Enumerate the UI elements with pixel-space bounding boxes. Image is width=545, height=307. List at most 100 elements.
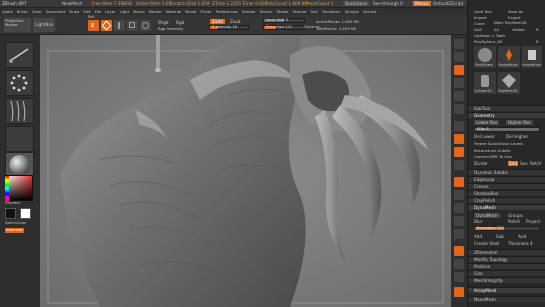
shadowbox-section[interactable]: ShadowBox [468, 190, 545, 196]
zadd-toggle[interactable]: Zadd [210, 19, 225, 24]
polymesh-tool-icon[interactable]: PolyMesh3D [498, 72, 520, 94]
size-section[interactable]: Size [468, 270, 545, 276]
gradient-label[interactable]: Gradient [5, 201, 21, 206]
menu-color[interactable]: Color [32, 9, 42, 14]
position-section[interactable]: Position [468, 263, 545, 269]
dynamic-toggle[interactable]: Dynamic [304, 25, 320, 30]
subtool-section[interactable]: SubTool [468, 105, 545, 111]
z-intensity-slider[interactable]: Z Intensity 18 [209, 25, 249, 30]
r-button[interactable]: R [536, 27, 539, 32]
make-polymesh-button[interactable]: Make PolyMesh3D [494, 21, 527, 26]
menu-transform[interactable]: Transform [322, 9, 341, 14]
lower-res-button[interactable]: Lower Res [474, 120, 500, 125]
arraymesh-section[interactable]: ArrayMesh [468, 287, 545, 293]
aahalf-button[interactable] [454, 104, 464, 114]
crease-section[interactable]: Crease [468, 183, 545, 189]
lightbox-button[interactable]: LightBox [33, 18, 55, 32]
menu-edit[interactable]: Edit [83, 9, 90, 14]
sub-button[interactable]: Sub [496, 234, 504, 239]
higher-res-button[interactable]: Higher Res [506, 120, 533, 125]
quicksave-button[interactable]: QuickSave [343, 1, 370, 6]
menu-movie[interactable]: Movie [185, 9, 196, 14]
simplebrush-tool-icon[interactable]: SimpleBrush [498, 46, 520, 68]
default-zscript[interactable]: DefaultZScript [433, 1, 463, 6]
menu-zplugin[interactable]: Zplugin [345, 9, 359, 14]
groups-toggle[interactable]: Groups [508, 213, 523, 218]
dynamesh-section[interactable]: DynaMesh [468, 204, 545, 210]
export-button[interactable]: Export [508, 15, 520, 20]
scale-view-button[interactable] [454, 216, 464, 226]
zremesher-section[interactable]: ZRemesher [468, 249, 545, 255]
del-lower-button[interactable]: Del Lower [474, 134, 495, 139]
draw-size-slider[interactable]: Draw Size 122 [263, 25, 305, 30]
mrgb-toggle[interactable]: Mrgb [158, 20, 169, 25]
cylinder-tool-icon[interactable]: Cylinder3D [474, 72, 496, 94]
thickness-slider[interactable]: Thickness 4 [508, 241, 533, 246]
xyz-button[interactable] [454, 177, 464, 187]
polyf-button[interactable] [454, 246, 464, 256]
rotate-view-button[interactable] [454, 229, 464, 239]
polish-toggle[interactable]: Polish [508, 219, 520, 224]
menu-stencil[interactable]: Stencil [260, 9, 273, 14]
see-through-slider[interactable]: See-through 0 [373, 1, 403, 6]
menu-render[interactable]: Render [242, 9, 256, 14]
menu-marker[interactable]: Marker [149, 9, 162, 14]
reuv-toggle[interactable]: ReUV [530, 161, 541, 166]
sdiv-slider[interactable]: SDiv 5 [474, 127, 540, 132]
scale-button[interactable] [127, 20, 138, 31]
color-picker[interactable] [5, 175, 33, 202]
rotate-button[interactable] [140, 20, 151, 31]
reconstruct-subdiv-button[interactable]: Reconstruct Subdiv [474, 148, 511, 153]
persp-button[interactable] [454, 121, 464, 131]
import-button[interactable]: Import [474, 15, 487, 20]
transp-button[interactable] [454, 259, 464, 269]
menu-material[interactable]: Material [166, 9, 181, 14]
bpr-button[interactable] [454, 39, 464, 49]
floor-button[interactable] [454, 134, 464, 144]
modify-topology-section[interactable]: Modify Topology [468, 256, 545, 262]
edgeloop-section[interactable]: EdgeLoop [468, 176, 545, 182]
suv-toggle[interactable]: Suv [520, 161, 528, 166]
zoom-button[interactable] [454, 78, 464, 88]
r2-button[interactable]: R [536, 39, 539, 44]
spix-button[interactable] [454, 52, 464, 62]
project-toggle[interactable]: Project [526, 219, 540, 224]
frame-button[interactable] [454, 190, 464, 200]
zsub-toggle[interactable]: Zsub [230, 19, 240, 24]
resolution-slider[interactable]: Resolution 200 [474, 226, 540, 231]
menu-preferences[interactable]: Preferences [216, 9, 238, 14]
clone-button[interactable]: Clone [474, 21, 485, 26]
create-shell-button[interactable]: Create Shell [474, 241, 499, 246]
menu-draw[interactable]: Draw [69, 9, 79, 14]
sculpt-model[interactable] [40, 35, 451, 307]
ghost-button[interactable] [454, 272, 464, 282]
claypolish-section[interactable]: ClayPolish [468, 197, 545, 203]
texture-thumbnail[interactable] [5, 126, 34, 152]
divide-button[interactable]: Divide [474, 161, 487, 166]
solo-button[interactable] [454, 287, 464, 297]
alpha-thumbnail[interactable] [5, 98, 34, 124]
meshintegrity-section[interactable]: MeshIntegrity [468, 277, 545, 283]
brush-thumbnail[interactable] [5, 42, 34, 68]
convert-bpr-button[interactable]: Convert BPR To Geo [474, 154, 512, 159]
menu-layer[interactable]: Layer [105, 9, 116, 14]
visible-button[interactable]: Visible [512, 27, 524, 32]
menu-macro[interactable]: Macro [133, 9, 145, 14]
dynamesh-button[interactable]: DynaMesh [474, 213, 500, 218]
rgb-intensity-label[interactable]: Rgb Intensity [158, 26, 183, 31]
freeze-subdiv-button[interactable]: Freeze SubDivision Levels [474, 141, 523, 146]
smt-toggle[interactable]: Smt [508, 161, 519, 166]
menu-brush[interactable]: Brush [17, 9, 28, 14]
nanomesh-section[interactable]: NanoMesh [468, 296, 545, 302]
lsym-button[interactable] [454, 160, 464, 170]
edit-button[interactable]: Z [88, 20, 99, 31]
dynamic-subdiv-section[interactable]: Dynamic Subdiv [468, 169, 545, 175]
menu-texture[interactable]: Texture [293, 9, 307, 14]
eraserbrush-tool-icon[interactable]: EraserBrush [522, 46, 542, 68]
and-button[interactable]: And [518, 234, 526, 239]
actual-button[interactable] [454, 91, 464, 101]
del-higher-button[interactable]: Del Higher [506, 134, 528, 139]
menu-zscript[interactable]: Zscript [363, 9, 376, 14]
blur-slider[interactable]: Blur [474, 219, 482, 224]
move-button[interactable] [114, 20, 125, 31]
